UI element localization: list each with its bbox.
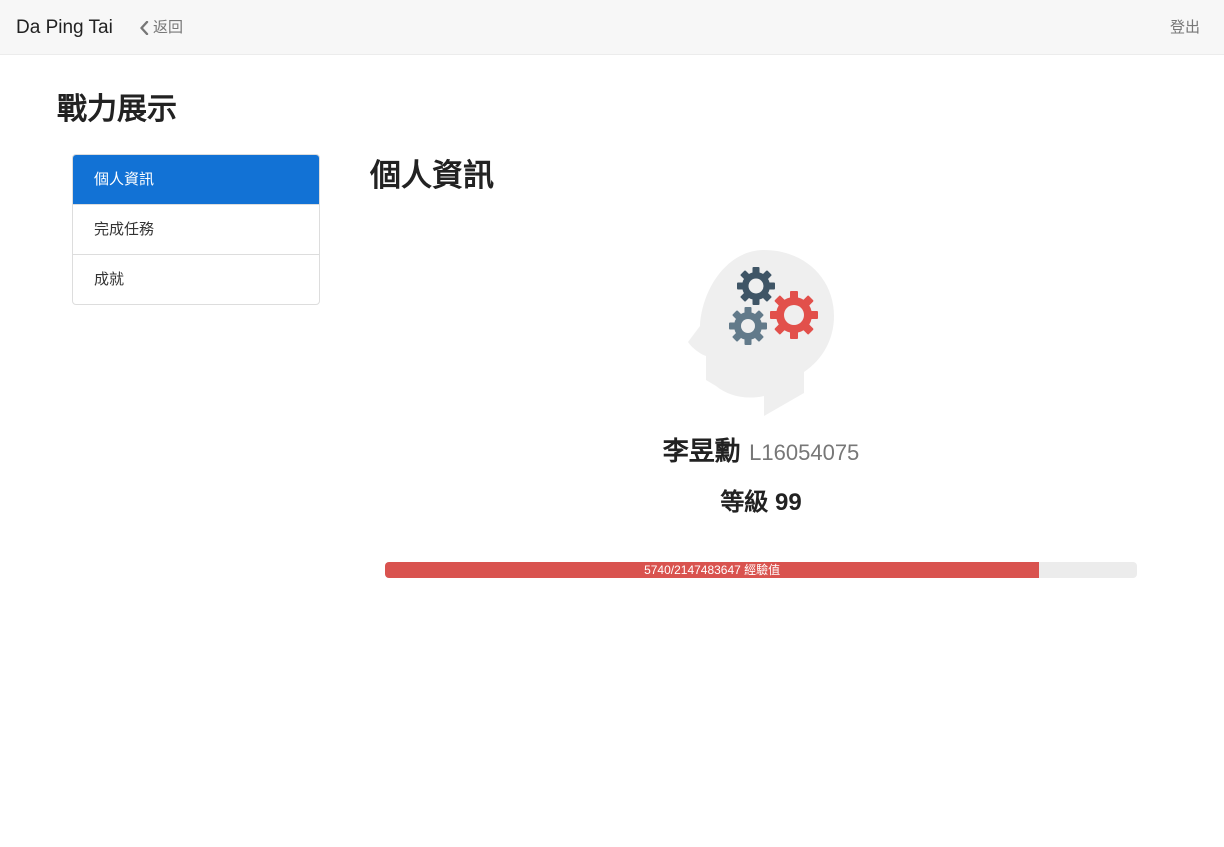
brand-logo[interactable]: Da Ping Tai [16, 16, 113, 40]
page-title: 戰力展示 [57, 93, 177, 126]
back-link[interactable]: 返回 [139, 18, 183, 38]
user-name: 李昱勳 [662, 436, 741, 466]
back-link-label: 返回 [153, 19, 184, 36]
sidebar-item-profile[interactable]: 個人資訊 [73, 155, 319, 204]
top-navbar: Da Ping Tai 返回 登出 [0, 0, 1224, 55]
sidebar-item-achievements[interactable]: 成就 [73, 254, 319, 304]
section-title: 個人資訊 [370, 158, 494, 193]
logout-link[interactable]: 登出 [1170, 18, 1200, 38]
experience-progress: 5740/2147483647 經驗值 [385, 562, 1137, 578]
chevron-left-icon [140, 21, 149, 35]
sidebar-nav: 個人資訊 完成任務 成就 [72, 154, 320, 305]
experience-progress-fill: 5740/2147483647 經驗值 [385, 562, 1040, 578]
user-level: 等級 99 [720, 489, 802, 516]
sidebar-item-completed-tasks[interactable]: 完成任務 [73, 204, 319, 254]
profile-name-line: 李昱勳 L16054075 [385, 434, 1137, 473]
student-id: L16054075 [749, 440, 860, 465]
head-gears-icon [688, 250, 834, 416]
